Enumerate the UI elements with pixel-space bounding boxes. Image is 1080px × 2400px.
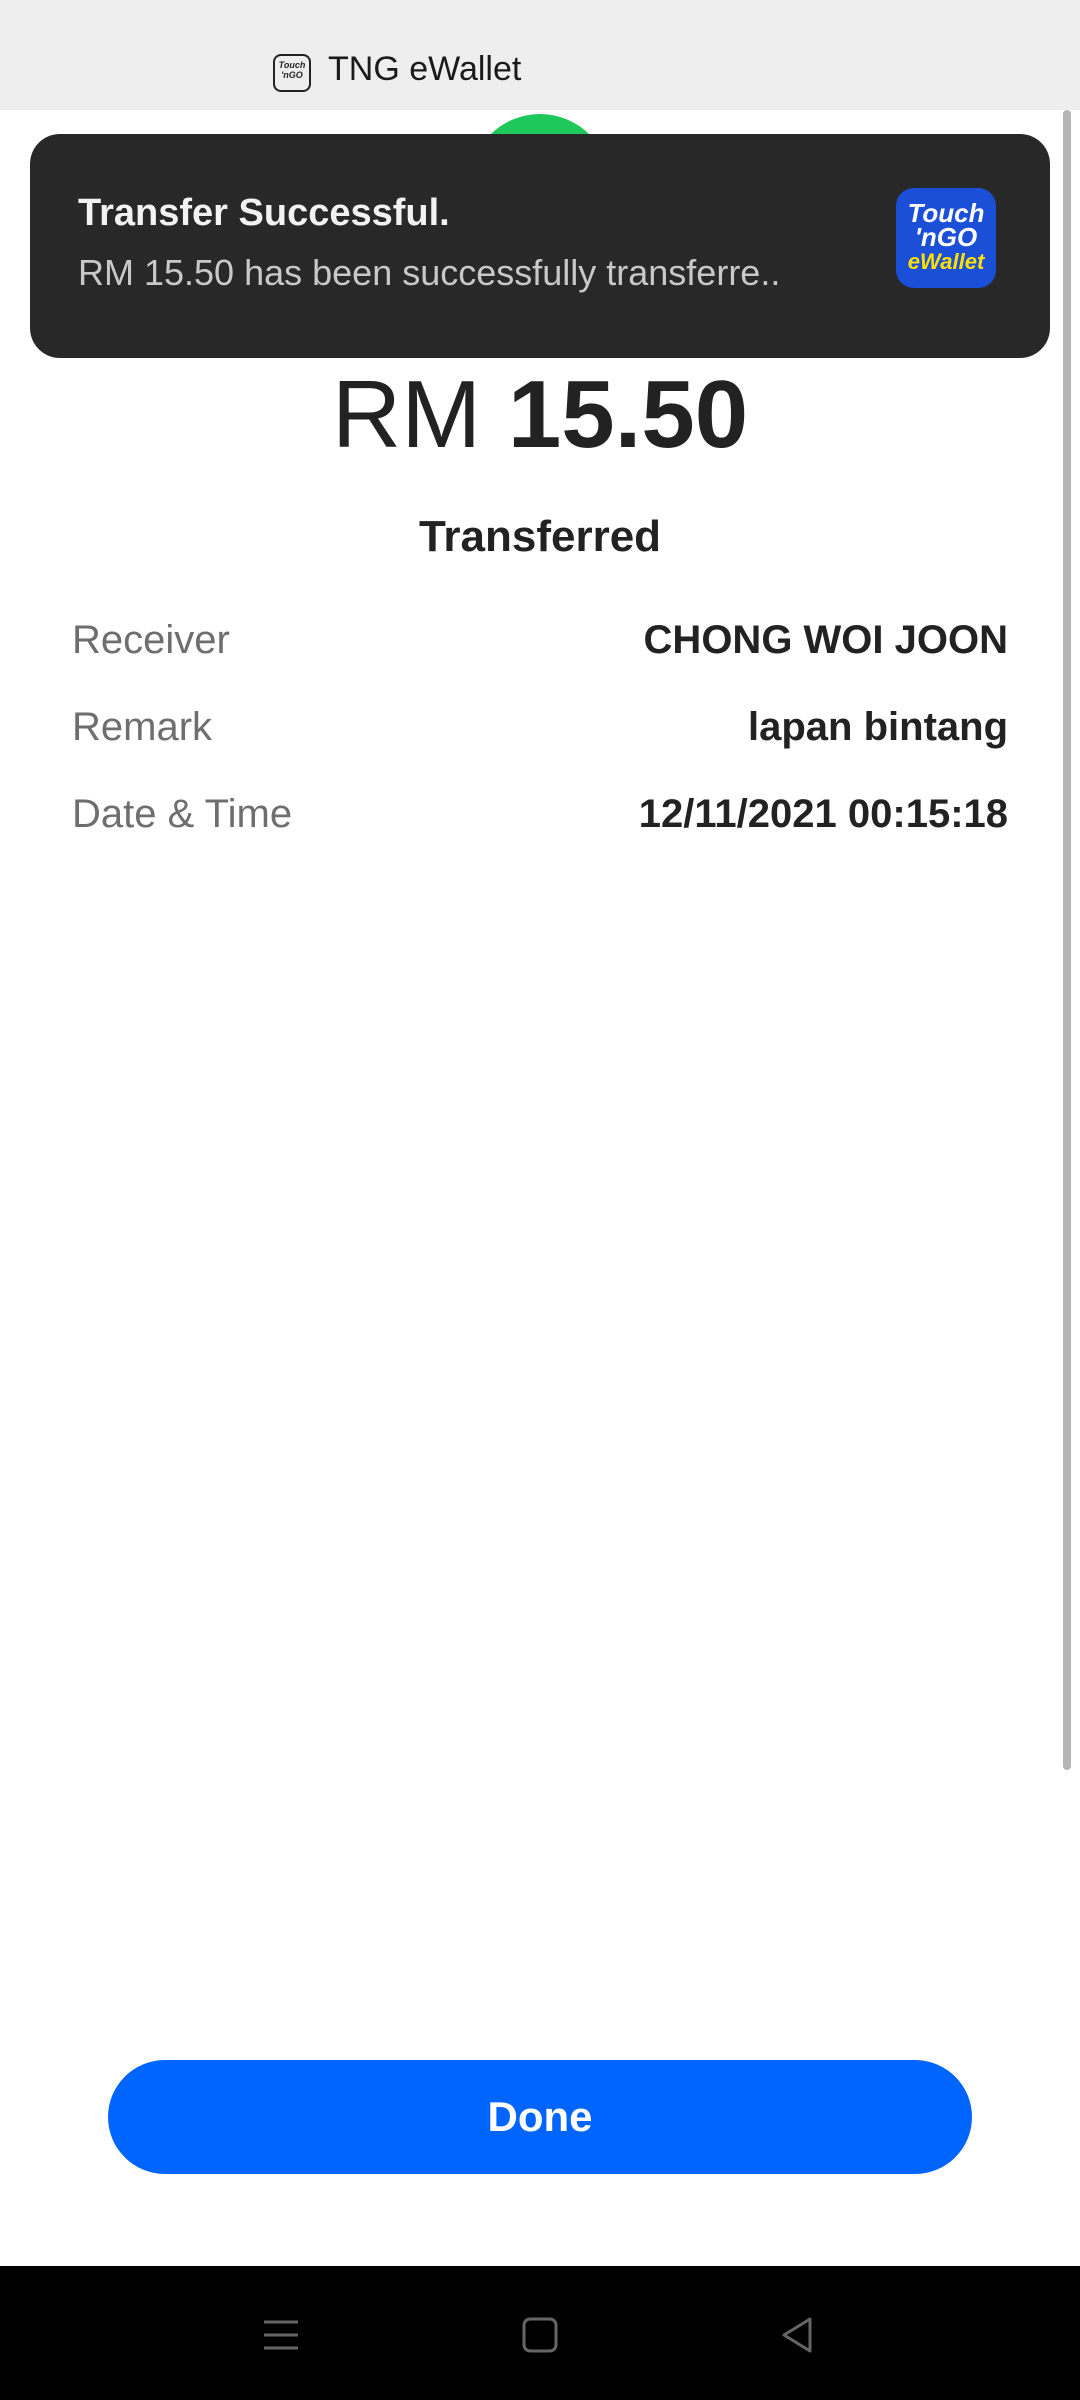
- system-navigation-bar: [0, 2266, 1080, 2400]
- detail-row-datetime: Date & Time 12/11/2021 00:15:18: [72, 792, 1008, 852]
- remark-value: lapan bintang: [748, 705, 1008, 749]
- touch-n-go-icon: Touch'nGO: [273, 54, 311, 92]
- tng-ewallet-logo: Touch 'nGO eWallet: [896, 188, 996, 288]
- notification-toast[interactable]: Transfer Successful. RM 15.50 has been s…: [30, 134, 1050, 358]
- menu-icon[interactable]: [256, 2310, 306, 2360]
- done-button[interactable]: Done: [108, 2060, 972, 2174]
- scrollbar[interactable]: [1063, 110, 1071, 1770]
- detail-row-receiver: Receiver CHONG WOI JOON: [72, 618, 1008, 678]
- back-icon[interactable]: [772, 2310, 822, 2360]
- receiver-value: CHONG WOI JOON: [643, 618, 1008, 662]
- home-icon[interactable]: [515, 2310, 565, 2360]
- app-header: Touch'nGO TNG eWallet: [0, 0, 1080, 110]
- transfer-status: Transferred: [418, 512, 662, 561]
- notification-message: RM 15.50 has been successfully transferr…: [78, 252, 781, 293]
- datetime-value: 12/11/2021 00:15:18: [638, 792, 1008, 836]
- app-title: TNG eWallet: [328, 50, 522, 88]
- amount-currency: RM: [331, 361, 482, 468]
- remark-label: Remark: [72, 705, 213, 749]
- notification-title: Transfer Successful.: [78, 192, 450, 234]
- datetime-label: Date & Time: [72, 792, 293, 836]
- amount-value: 15.50: [507, 361, 749, 468]
- transfer-amount: RM 15.50: [0, 360, 1080, 470]
- detail-row-remark: Remark lapan bintang: [72, 705, 1008, 765]
- receiver-label: Receiver: [72, 618, 230, 662]
